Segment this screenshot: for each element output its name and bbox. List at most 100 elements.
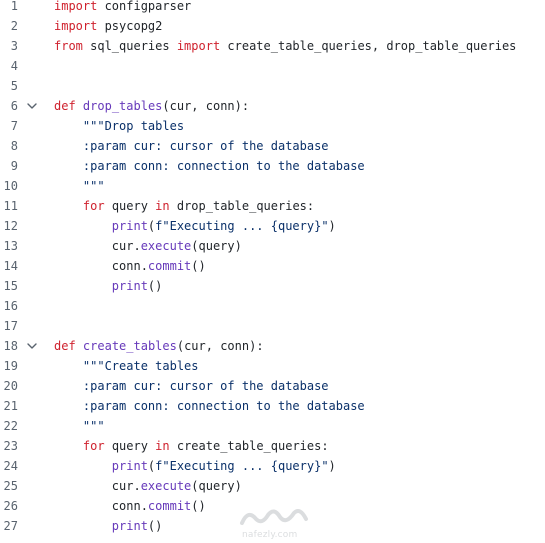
code-text: for query in drop_table_queries: <box>54 196 314 216</box>
code-text: print() <box>54 516 163 536</box>
line-number: 8 <box>10 139 18 153</box>
code-text: import psycopg2 <box>54 16 162 36</box>
code-token: conn. <box>54 259 148 273</box>
code-token: sql_queries <box>82 39 177 53</box>
string-token: :param cur: cursor of the database <box>54 139 329 153</box>
code-line: 8 :param cur: cursor of the database <box>0 136 545 156</box>
function-token: print <box>111 219 148 233</box>
code-token: () <box>147 519 163 533</box>
code-text: """Drop tables <box>54 116 184 136</box>
keyword-token: def <box>54 339 76 353</box>
code-text: import configparser <box>54 0 191 16</box>
code-token: (cur, conn): <box>162 99 250 113</box>
line-number: 2 <box>10 19 18 33</box>
keyword-token: import <box>54 19 98 33</box>
line-number: 4 <box>10 59 18 73</box>
code-text: :param conn: connection to the database <box>54 156 365 176</box>
line-number: 25 <box>3 479 18 493</box>
code-line: 3 from sql_queries import create_table_qu… <box>0 36 545 56</box>
code-line: 18 def create_tables(cur, conn): <box>0 336 545 356</box>
code-line: 16 <box>0 296 545 316</box>
keyword-token: import <box>176 39 221 53</box>
string-token: """ <box>54 179 105 193</box>
code-token: drop_table_queries: <box>169 199 315 213</box>
code-line: 10 """ <box>0 176 545 196</box>
code-token: psycopg2 <box>97 19 163 33</box>
keyword-token: in <box>155 439 170 453</box>
code-text: print(f"Executing ... {query}") <box>54 456 336 476</box>
chevron-down-icon[interactable] <box>25 96 39 116</box>
code-line: 12 print(f"Executing ... {query}") <box>0 216 545 236</box>
code-line: 9 :param conn: connection to the databas… <box>0 156 545 176</box>
line-number: 3 <box>10 39 18 53</box>
code-line: 25 cur.execute(query) <box>0 476 545 496</box>
string-token: :param conn: connection to the database <box>54 399 365 413</box>
code-token: create_table_queries: <box>169 439 329 453</box>
line-number: 14 <box>3 259 18 273</box>
code-token: (query) <box>191 479 242 493</box>
line-number: 27 <box>3 519 18 533</box>
keyword-token: from <box>54 39 83 53</box>
line-number: 6 <box>10 99 18 113</box>
code-view: 1 import configparser 2 import psycopg2 3 fro… <box>0 0 545 536</box>
code-line: 4 <box>0 56 545 76</box>
function-token: print <box>111 279 148 293</box>
string-token: :param conn: connection to the database <box>54 159 365 173</box>
code-line: 1 import configparser <box>0 0 545 16</box>
code-text: from sql_queries import create_table_que… <box>54 36 516 56</box>
code-text: def create_tables(cur, conn): <box>54 336 264 356</box>
line-number: 13 <box>3 239 18 253</box>
line-number: 9 <box>10 159 18 173</box>
line-number: 5 <box>10 79 18 93</box>
code-text: :param cur: cursor of the database <box>54 136 329 156</box>
code-text: print() <box>54 276 163 296</box>
code-line: 27 print() <box>0 516 545 536</box>
code-text: cur.execute(query) <box>54 236 242 256</box>
function-token: drop_tables <box>82 99 163 113</box>
line-number: 21 <box>3 399 18 413</box>
code-token: cur. <box>54 479 141 493</box>
line-number: 19 <box>3 359 18 373</box>
string-token: """ <box>54 419 105 433</box>
line-number: 11 <box>3 199 18 213</box>
line-number: 22 <box>3 419 18 433</box>
chevron-down-icon[interactable] <box>25 336 39 356</box>
code-line: 15 print() <box>0 276 545 296</box>
function-token: execute <box>140 479 192 493</box>
line-number: 24 <box>3 459 18 473</box>
code-text: :param conn: connection to the database <box>54 396 365 416</box>
string-token: f"Executing ... {query}" <box>155 219 329 233</box>
code-token: () <box>191 259 206 273</box>
code-text: """ <box>54 176 105 196</box>
function-token: commit <box>147 499 192 513</box>
code-line: 20 :param cur: cursor of the database <box>0 376 545 396</box>
string-token: """Create tables <box>54 359 199 373</box>
line-number: 17 <box>3 319 18 333</box>
function-token: print <box>111 519 148 533</box>
code-line: 22 """ <box>0 416 545 436</box>
code-line: 5 <box>0 76 545 96</box>
code-text: for query in create_table_queries: <box>54 436 329 456</box>
keyword-token: import <box>54 0 98 13</box>
string-token: f"Executing ... {query}" <box>155 459 329 473</box>
keyword-token: for <box>82 439 105 453</box>
code-line: 13 cur.execute(query) <box>0 236 545 256</box>
code-token: ) <box>328 459 336 473</box>
code-text: cur.execute(query) <box>54 476 242 496</box>
code-line: 23 for query in create_table_queries: <box>0 436 545 456</box>
code-line: 7 """Drop tables <box>0 116 545 136</box>
code-token: (query) <box>191 239 242 253</box>
code-token: () <box>191 499 206 513</box>
code-token: query <box>104 439 156 453</box>
function-token: create_tables <box>82 339 177 353</box>
code-line: 17 <box>0 316 545 336</box>
line-number: 20 <box>3 379 18 393</box>
keyword-token: def <box>54 99 76 113</box>
line-number: 12 <box>3 219 18 233</box>
code-line: 24 print(f"Executing ... {query}") <box>0 456 545 476</box>
keyword-token: in <box>155 199 170 213</box>
